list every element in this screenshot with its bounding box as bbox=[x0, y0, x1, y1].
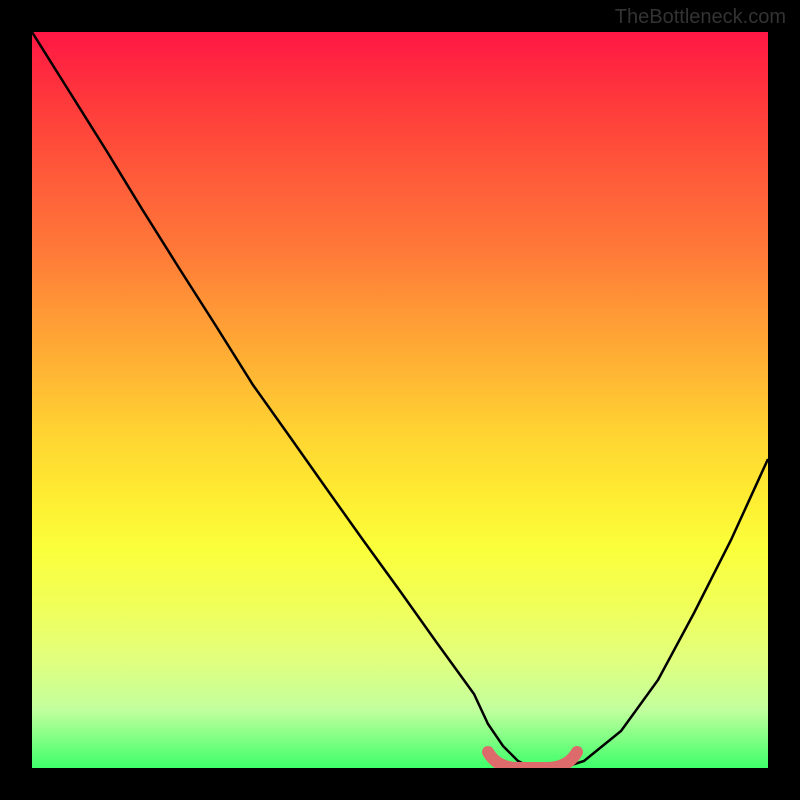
watermark-text: TheBottleneck.com bbox=[615, 6, 786, 29]
curve-svg bbox=[32, 32, 768, 768]
sweet-spot-highlight bbox=[488, 752, 577, 768]
bottleneck-curve-path bbox=[32, 32, 768, 768]
chart-container: TheBottleneck.com bbox=[0, 0, 800, 800]
plot-area bbox=[32, 32, 768, 768]
